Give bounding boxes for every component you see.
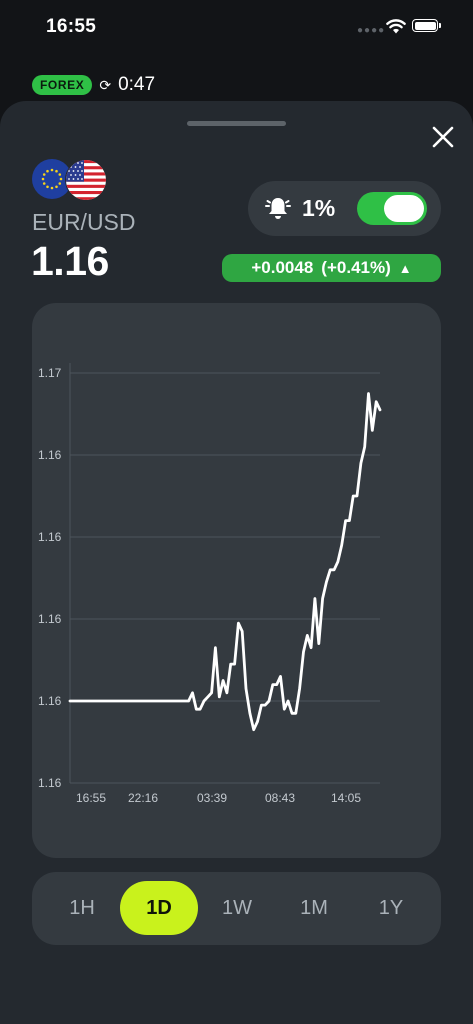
change-percent: (+0.41%): [321, 258, 391, 277]
timeframe-1d-button[interactable]: 1D: [120, 881, 198, 935]
close-icon: [432, 126, 454, 148]
y-tick-label: 1.17: [38, 366, 62, 380]
pair-name: EUR/USD: [32, 209, 136, 235]
current-price: 1.16: [31, 238, 109, 284]
price-change-badge: +0.0048 (+0.41%) ▲: [222, 254, 441, 282]
y-tick-label: 1.16: [38, 530, 62, 544]
price-series-line: [68, 392, 382, 732]
y-tick-label: 1.16: [38, 776, 62, 790]
price-chart[interactable]: 1.17 1.16 1.16 1.16 1.16 1.16 16:55 22:16 03:39 0…: [32, 303, 441, 858]
sheet-grabber[interactable]: [187, 121, 286, 126]
timeframe-selector: 1H 1D 1W 1M 1Y: [32, 872, 441, 945]
market-badge: FOREX: [32, 75, 93, 95]
x-tick-label: 03:39: [197, 791, 227, 805]
y-tick-label: 1.16: [38, 448, 62, 462]
y-tick-label: 1.16: [38, 694, 62, 708]
status-bar: 16:55 ●●●●: [0, 0, 473, 56]
alert-toggle[interactable]: [357, 192, 427, 225]
market-strip: FOREX ⟳ 0:47: [32, 74, 155, 96]
x-tick-label: 14:05: [331, 791, 361, 805]
timeframe-1m-button[interactable]: 1M: [275, 881, 353, 935]
price-chart-card[interactable]: 1.17 1.16 1.16 1.16 1.16 1.16 16:55 22:16 03:39 0…: [32, 303, 441, 858]
battery-icon: [412, 19, 441, 32]
currency-flags: [32, 159, 108, 201]
signal-dots-icon: ●●●●: [357, 25, 386, 36]
y-tick-label: 1.16: [38, 612, 62, 626]
timeframe-1h-button[interactable]: 1H: [43, 881, 121, 935]
x-tick-label: 08:43: [265, 791, 295, 805]
change-absolute: +0.0048: [251, 258, 314, 277]
alert-threshold: 1%: [302, 195, 336, 221]
toggle-knob: [384, 195, 424, 222]
countdown-timer: 0:47: [118, 74, 156, 95]
close-button[interactable]: [428, 122, 458, 152]
bell-icon: [265, 198, 291, 219]
status-time: 16:55: [46, 16, 97, 37]
instrument-sheet: EUR/USD 1.16 1% +0.0048 (+0.41%) ▲ 1.17 1…: [0, 101, 473, 1024]
wifi-icon: [386, 19, 406, 34]
timeframe-1y-button[interactable]: 1Y: [352, 881, 430, 935]
refresh-icon: ⟳: [99, 76, 112, 93]
x-tick-label: 16:55: [76, 791, 106, 805]
us-flag-icon: [65, 159, 107, 201]
x-tick-label: 22:16: [128, 791, 158, 805]
arrow-up-icon: ▲: [398, 260, 412, 276]
timeframe-1w-button[interactable]: 1W: [198, 881, 276, 935]
price-alert-control[interactable]: 1%: [248, 181, 441, 236]
